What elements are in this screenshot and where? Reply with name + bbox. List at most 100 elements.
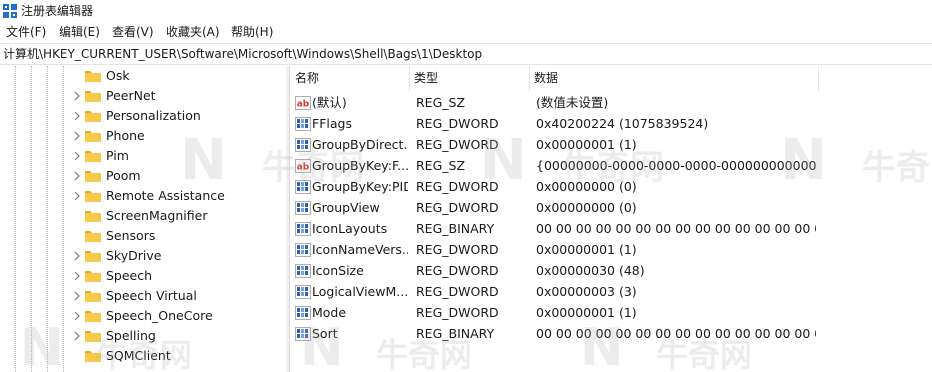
- string-value-icon: ab: [295, 96, 311, 110]
- binary-value-icon: [295, 306, 311, 320]
- value-data: {00000000-0000-0000-0000-000000000000}: [536, 158, 816, 173]
- binary-value-icon: [295, 117, 311, 131]
- chevron-right-icon[interactable]: [72, 110, 82, 122]
- menu-file[interactable]: 文件(F): [6, 25, 46, 40]
- value-name: (默认): [312, 95, 347, 110]
- tree-item[interactable]: ScreenMagnifier: [0, 206, 286, 226]
- chevron-right-icon[interactable]: [72, 130, 82, 142]
- column-header-type[interactable]: 类型: [410, 66, 530, 91]
- value-name: IconNameVers...: [312, 242, 408, 257]
- tree-item-label: Sensors: [106, 228, 156, 243]
- tree-item[interactable]: Speech: [0, 266, 286, 286]
- value-name: IconSize: [312, 263, 364, 278]
- menu-help[interactable]: 帮助(H): [231, 25, 273, 40]
- value-data: 00 00 00 00 00 00 00 00 00 00 00 00 00 0…: [536, 326, 816, 341]
- tree-item-label: Speech: [106, 268, 153, 283]
- tree-item-label: SkyDrive: [106, 248, 162, 263]
- tree-item[interactable]: Osk: [0, 66, 286, 86]
- string-value-icon: ab: [295, 159, 311, 173]
- value-data: 00 00 00 00 00 00 00 00 00 00 00 00 00 0…: [536, 221, 816, 236]
- chevron-right-icon[interactable]: [72, 90, 82, 102]
- column-header-data[interactable]: 数据: [530, 66, 819, 91]
- value-row[interactable]: ab (默认) REG_SZ (数值未设置): [291, 92, 932, 113]
- tree-item-label: Poom: [106, 168, 141, 183]
- tree-item-label: Remote Assistance: [106, 188, 225, 203]
- folder-icon: [85, 171, 101, 182]
- value-type: REG_DWORD: [416, 242, 499, 257]
- value-row[interactable]: IconLayouts REG_BINARY 00 00 00 00 00 00 0…: [291, 218, 932, 239]
- key-tree-pane[interactable]: Osk PeerNet Personalization Phone Pim Poom Rem…: [0, 66, 286, 372]
- value-type: REG_SZ: [416, 158, 466, 173]
- value-type: REG_DWORD: [416, 179, 499, 194]
- value-row[interactable]: GroupByDirect... REG_DWORD 0x00000001 (1): [291, 134, 932, 155]
- svg-text:ab: ab: [297, 163, 310, 173]
- address-path[interactable]: 计算机\HKEY_CURRENT_USER\Software\Microsoft…: [3, 47, 482, 62]
- tree-item[interactable]: PeerNet: [0, 86, 286, 106]
- value-row[interactable]: ab GroupByKey:F... REG_SZ {00000000-0000-00…: [291, 155, 932, 176]
- tree-item[interactable]: Speech_OneCore: [0, 306, 286, 326]
- menu-view[interactable]: 查看(V): [112, 25, 154, 40]
- tree-item-label: PeerNet: [106, 88, 156, 103]
- chevron-right-icon[interactable]: [72, 330, 82, 342]
- value-row[interactable]: IconNameVers... REG_DWORD 0x00000001 (1): [291, 239, 932, 260]
- pane-splitter[interactable]: [286, 66, 290, 372]
- value-type: REG_DWORD: [416, 305, 499, 320]
- value-row[interactable]: Mode REG_DWORD 0x00000001 (1): [291, 302, 932, 323]
- binary-value-icon: [295, 138, 311, 152]
- value-data: (数值未设置): [536, 95, 609, 110]
- tree-item[interactable]: Spelling: [0, 326, 286, 346]
- tree-item[interactable]: Poom: [0, 166, 286, 186]
- chevron-right-icon[interactable]: [72, 150, 82, 162]
- folder-icon: [85, 311, 101, 322]
- value-row[interactable]: GroupByKey:PID REG_DWORD 0x00000000 (0): [291, 176, 932, 197]
- menu-favorites[interactable]: 收藏夹(A): [166, 25, 220, 40]
- tree-item[interactable]: Sensors: [0, 226, 286, 246]
- value-type: REG_SZ: [416, 95, 466, 110]
- window-title: 注册表编辑器: [21, 4, 94, 18]
- value-data: 0x00000000 (0): [536, 200, 637, 215]
- folder-icon: [85, 331, 101, 342]
- tree-item-label: Osk: [106, 68, 130, 83]
- folder-icon: [85, 71, 101, 82]
- value-data: 0x00000001 (1): [536, 305, 637, 320]
- binary-value-icon: [295, 180, 311, 194]
- value-data: 0x40200224 (1075839524): [536, 116, 709, 131]
- folder-icon: [85, 291, 101, 302]
- chevron-right-icon[interactable]: [72, 270, 82, 282]
- binary-value-icon: [295, 264, 311, 278]
- chevron-right-icon[interactable]: [72, 290, 82, 302]
- column-header-name[interactable]: 名称: [291, 66, 410, 91]
- column-header-label: 数据: [534, 71, 559, 85]
- value-row[interactable]: LogicalViewM... REG_DWORD 0x00000003 (3): [291, 281, 932, 302]
- tree-item[interactable]: Remote Assistance: [0, 186, 286, 206]
- tree-item[interactable]: SkyDrive: [0, 246, 286, 266]
- tree-item[interactable]: SQMClient: [0, 346, 286, 366]
- tree-item-label: Spelling: [106, 328, 156, 343]
- menu-edit[interactable]: 编辑(E): [59, 25, 100, 40]
- tree-item[interactable]: Phone: [0, 126, 286, 146]
- tree-item-label: Pim: [106, 148, 129, 163]
- tree-item[interactable]: Speech Virtual: [0, 286, 286, 306]
- value-name: Mode: [312, 305, 347, 320]
- tree-item-label: Personalization: [106, 108, 201, 123]
- binary-value-icon: [295, 285, 311, 299]
- value-row[interactable]: FFlags REG_DWORD 0x40200224 (1075839524): [291, 113, 932, 134]
- value-row[interactable]: Sort REG_BINARY 00 00 00 00 00 00 00 00 00…: [291, 323, 932, 344]
- value-name: IconLayouts: [312, 221, 388, 236]
- folder-icon: [85, 351, 101, 362]
- address-bar[interactable]: 计算机\HKEY_CURRENT_USER\Software\Microsoft…: [0, 43, 932, 65]
- chevron-right-icon[interactable]: [72, 250, 82, 262]
- value-name: GroupByKey:PID: [312, 179, 408, 194]
- menu-bar: 文件(F) 编辑(E) 查看(V) 收藏夹(A) 帮助(H): [0, 22, 932, 43]
- tree-item[interactable]: Pim: [0, 146, 286, 166]
- value-type: REG_BINARY: [416, 221, 495, 236]
- chevron-right-icon[interactable]: [72, 310, 82, 322]
- folder-icon: [85, 231, 101, 242]
- tree-item[interactable]: Personalization: [0, 106, 286, 126]
- value-row[interactable]: IconSize REG_DWORD 0x00000030 (48): [291, 260, 932, 281]
- chevron-right-icon[interactable]: [72, 190, 82, 202]
- chevron-right-icon[interactable]: [72, 170, 82, 182]
- values-list-pane[interactable]: 名称 类型 数据 ab (默认) REG_SZ (数值未设置) FFlags REG_DW…: [291, 66, 932, 372]
- value-row[interactable]: GroupView REG_DWORD 0x00000000 (0): [291, 197, 932, 218]
- value-type: REG_BINARY: [416, 326, 495, 341]
